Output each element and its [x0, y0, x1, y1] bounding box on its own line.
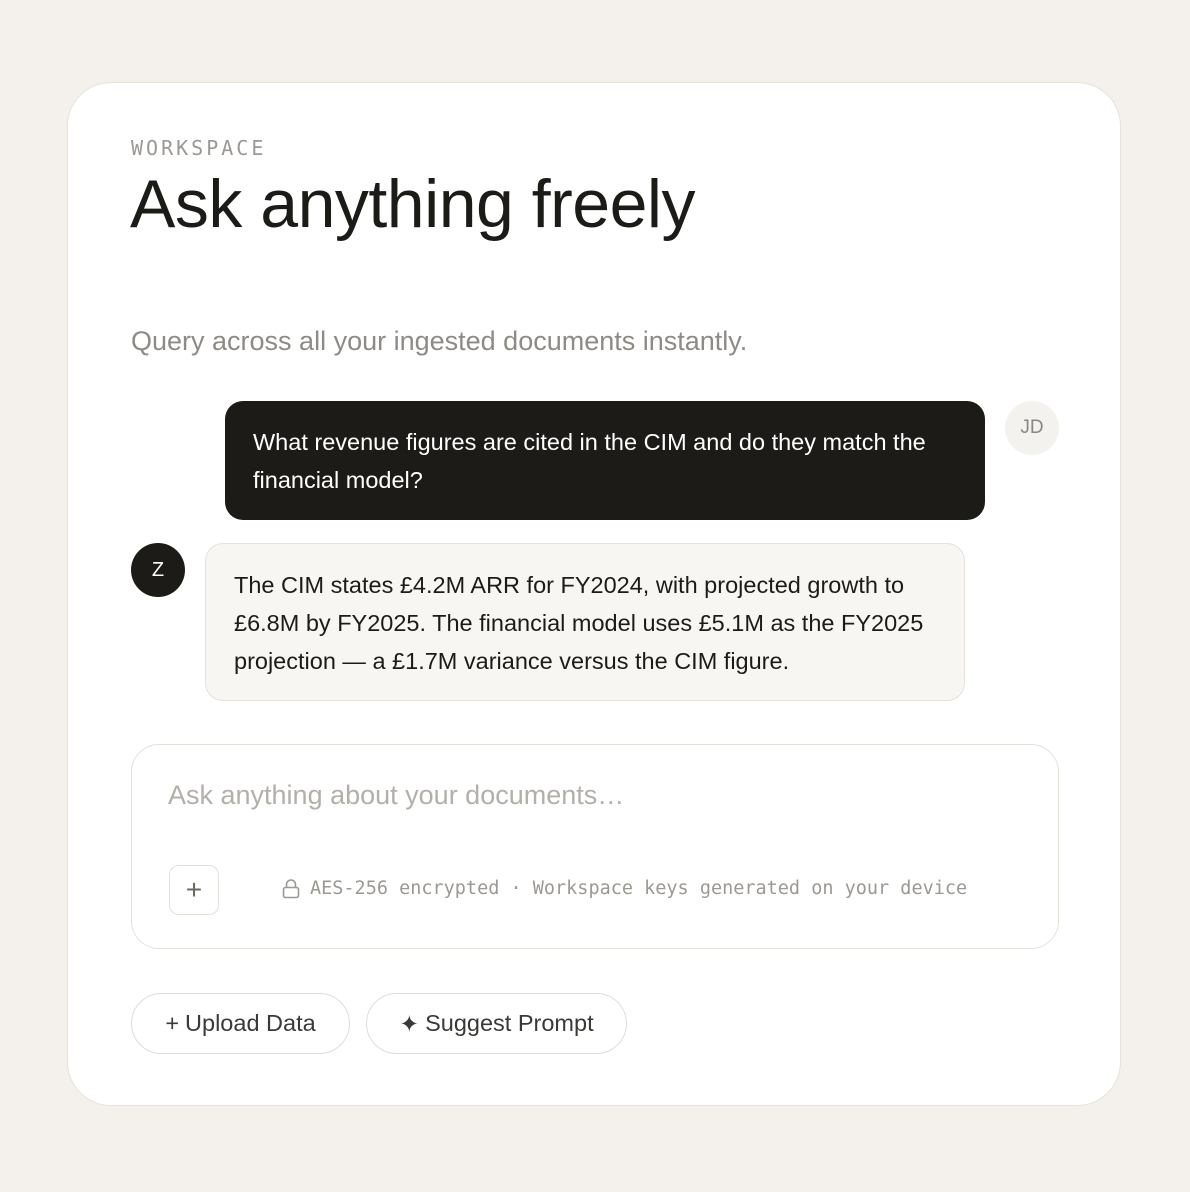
assistant-avatar: Z [131, 543, 185, 597]
suggest-prompt-label: Suggest Prompt [425, 1010, 594, 1036]
section-eyebrow: WORKSPACE [131, 136, 267, 160]
sparkle-icon: ✦ [399, 1010, 420, 1037]
workspace-card: WORKSPACE Ask anything freely Query acro… [67, 82, 1121, 1106]
assistant-message-bubble: The CIM states £4.2M ARR for FY2024, wit… [205, 543, 965, 701]
attach-button[interactable]: + [169, 865, 219, 915]
message-composer: + AES-256 encrypted · Workspace keys gen… [131, 744, 1059, 949]
security-note-text: AES-256 encrypted · Workspace keys gener… [310, 878, 968, 899]
user-message-bubble: What revenue figures are cited in the CI… [225, 401, 985, 520]
page-title: Ask anything freely [130, 166, 696, 242]
suggest-prompt-button[interactable]: ✦ Suggest Prompt [366, 993, 627, 1054]
user-avatar: JD [1005, 401, 1059, 455]
message-input[interactable] [168, 775, 1018, 815]
upload-data-button[interactable]: + Upload Data [131, 993, 350, 1054]
security-note: AES-256 encrypted · Workspace keys gener… [282, 878, 967, 899]
upload-data-label: Upload Data [185, 1010, 316, 1036]
plus-icon: + [165, 1010, 180, 1036]
lock-icon [282, 878, 300, 899]
page-subtitle: Query across all your ingested documents… [131, 326, 748, 356]
